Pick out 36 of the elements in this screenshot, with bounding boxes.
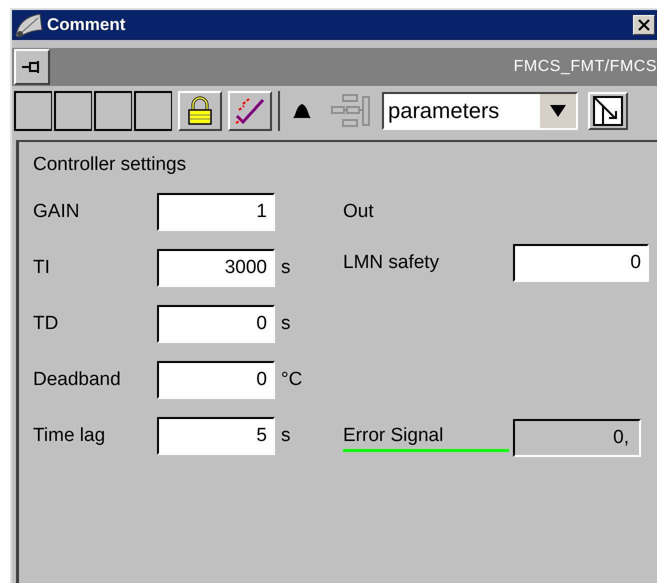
object-path: FMCS_FMT/FMCS (514, 58, 657, 76)
field-label: TD (33, 313, 60, 335)
field-label: Deadband (33, 369, 122, 391)
group-label: Out (343, 201, 375, 223)
unit-label: s (281, 313, 290, 335)
field-label: TI (33, 257, 51, 279)
lock-icon[interactable] (178, 91, 222, 131)
input-field[interactable]: 0 (513, 244, 649, 282)
unit-label: s (281, 425, 290, 447)
window-title: Comment (47, 15, 126, 35)
field-label: Time lag (33, 425, 106, 447)
input-field[interactable]: 1 (157, 193, 275, 231)
app-icon (14, 12, 44, 38)
input-field[interactable]: 3000 (157, 249, 275, 287)
input-field[interactable]: 0 (157, 361, 275, 399)
toolbar-button[interactable] (14, 91, 52, 131)
input-field[interactable]: 0 (157, 305, 275, 343)
expand-icon[interactable] (588, 92, 628, 130)
bell-icon[interactable] (291, 102, 313, 120)
signal-label: Error Signal (343, 424, 509, 452)
unit-label: °C (281, 369, 302, 391)
field-label: GAIN (33, 201, 80, 223)
close-icon (637, 19, 651, 31)
close-button[interactable] (633, 15, 655, 35)
readout-field: 0, (513, 419, 641, 457)
caret-icon (549, 104, 567, 118)
field-label: LMN safety (343, 252, 440, 274)
pin-button[interactable] (14, 49, 50, 85)
view-dropdown[interactable]: parameters (382, 92, 578, 130)
toolbar-button[interactable] (134, 91, 172, 131)
input-field[interactable]: 5 (157, 417, 275, 455)
section-title: Controller settings (33, 154, 188, 176)
toolbar-button[interactable] (54, 91, 92, 131)
unit-label: s (281, 257, 290, 279)
toolbar-button[interactable] (94, 91, 132, 131)
checkmark-icon[interactable] (228, 91, 272, 131)
